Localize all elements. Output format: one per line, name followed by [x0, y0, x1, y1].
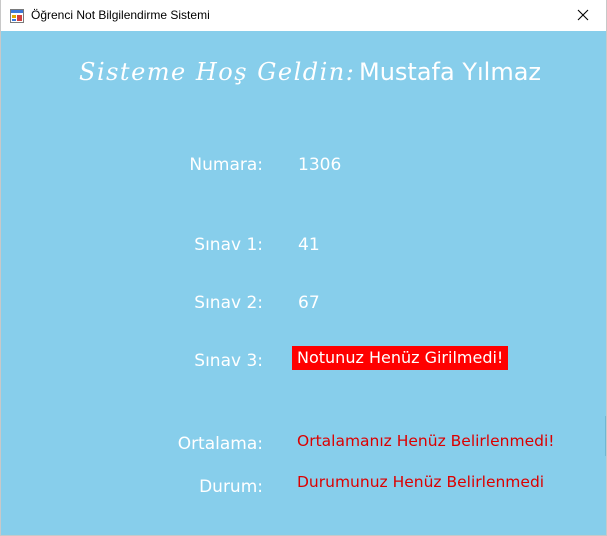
close-icon [577, 6, 589, 25]
number-label: Numara: [189, 155, 263, 175]
exam1-value: 41 [298, 235, 320, 255]
window-edge [605, 416, 606, 456]
windows-form-icon [10, 8, 24, 23]
number-value: 1306 [298, 155, 342, 175]
title-bar[interactable]: Öğrenci Not Bilgilendirme Sistemi [1, 0, 606, 31]
status-warning: Durumunuz Henüz Belirlenmedi [297, 473, 545, 491]
student-name: Mustafa Yılmaz [359, 58, 542, 86]
exam2-value: 67 [298, 293, 320, 313]
welcome-label: Sisteme Hoş Geldin: [79, 58, 356, 86]
exam3-label: Sınav 3: [194, 351, 263, 371]
exam2-label: Sınav 2: [194, 293, 263, 313]
average-warning: Ortalamanız Henüz Belirlenmedi! [297, 432, 555, 450]
form-body: Sisteme Hoş Geldin: Mustafa Yılmaz Numar… [1, 31, 606, 535]
window-title: Öğrenci Not Bilgilendirme Sistemi [31, 8, 210, 22]
app-window: Öğrenci Not Bilgilendirme Sistemi Sistem… [0, 0, 607, 536]
average-label: Ortalama: [177, 434, 263, 454]
exam3-warning: Notunuz Henüz Girilmedi! [292, 346, 509, 370]
exam1-label: Sınav 1: [194, 235, 263, 255]
status-label: Durum: [199, 477, 263, 497]
close-button[interactable] [560, 0, 606, 31]
